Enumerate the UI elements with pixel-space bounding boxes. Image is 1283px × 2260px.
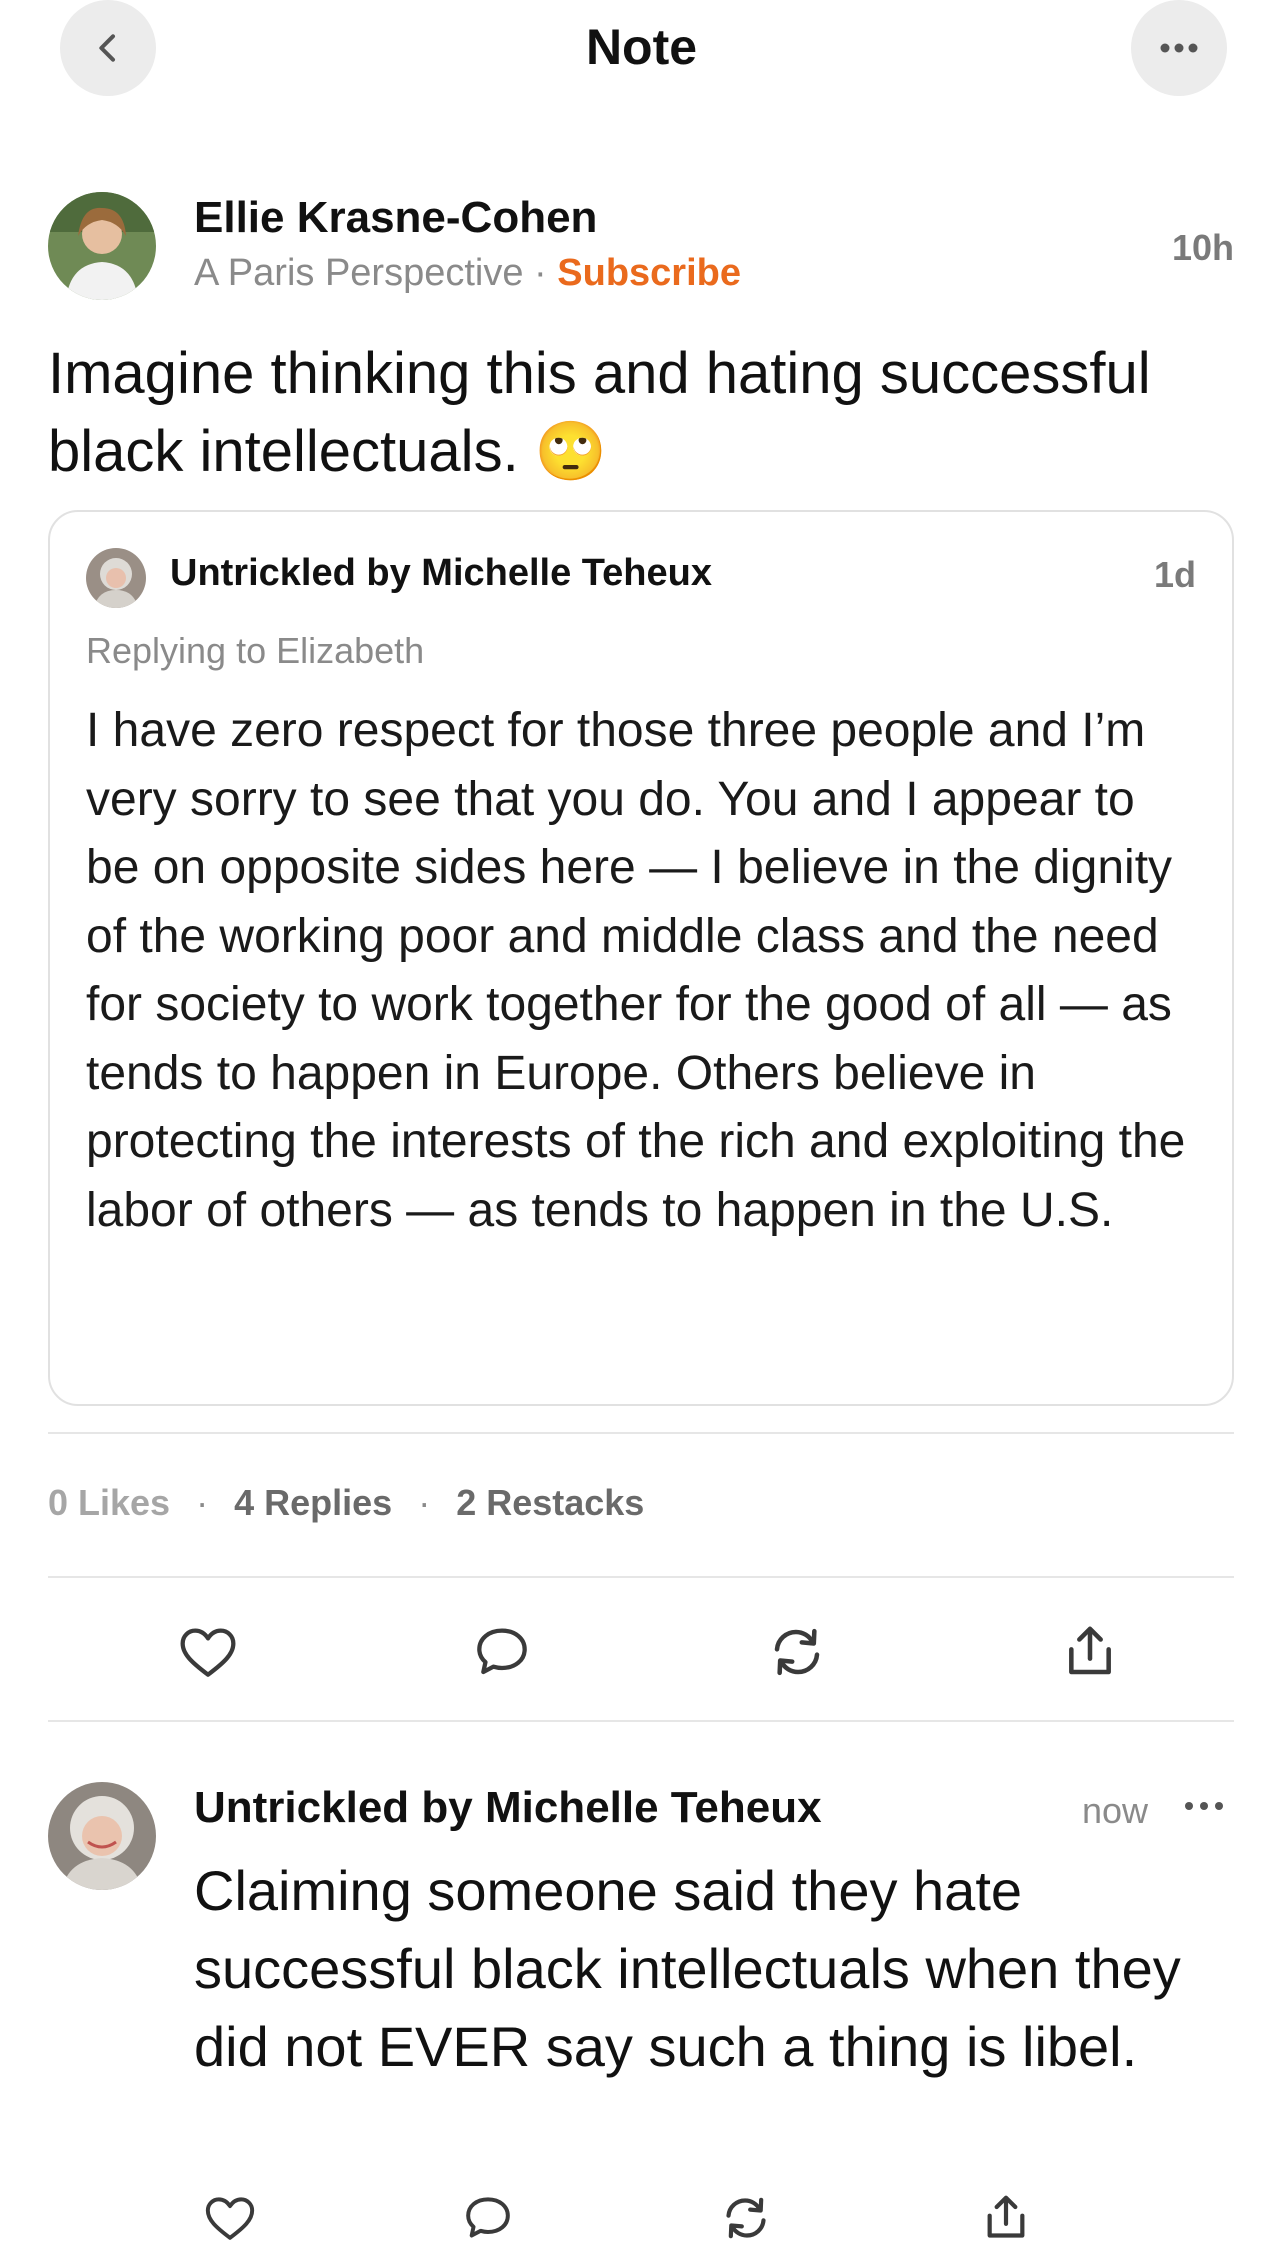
restack-icon [726, 2197, 766, 2239]
likes-count[interactable]: 0 Likes [48, 1482, 170, 1524]
reply-author-avatar[interactable] [48, 1782, 156, 1890]
divider [48, 1432, 1234, 1434]
quoted-author-name: Untrickled by Michelle Teheux [170, 552, 713, 594]
eye-roll-emoji: 🙄 [534, 419, 608, 484]
reply-like-button[interactable] [198, 2186, 262, 2250]
publication-name[interactable]: A Paris Perspective [194, 252, 523, 294]
reply-button[interactable] [462, 1612, 542, 1692]
like-button[interactable] [168, 1612, 248, 1692]
quoted-author-photo [86, 548, 146, 608]
more-horizontal-icon [1185, 1802, 1223, 1810]
quoted-text: I have zero respect for those three peop… [86, 704, 1186, 1237]
publication-line: A Paris Perspective · Subscribe [194, 252, 741, 295]
note-body: Imagine thinking this and hating success… [48, 335, 1248, 491]
subscribe-link[interactable]: Subscribe [557, 252, 741, 294]
reply-more-button[interactable] [1180, 1790, 1228, 1822]
replying-to-label: Replying to Elizabeth [86, 630, 425, 671]
stat-separator: · [196, 1482, 209, 1523]
divider [48, 1576, 1234, 1578]
engagement-stats: 0 Likes · 4 Replies · 2 Restacks [48, 1482, 644, 1524]
heart-icon [180, 1628, 236, 1677]
separator: · [534, 252, 547, 294]
reply-reply-button[interactable] [456, 2186, 520, 2250]
author-avatar[interactable] [48, 192, 156, 300]
stat-separator: · [418, 1482, 431, 1523]
comment-icon [466, 2197, 510, 2238]
reply-restack-button[interactable] [714, 2186, 778, 2250]
page-title: Note [585, 19, 698, 75]
author-name[interactable]: Ellie Krasne-Cohen [194, 193, 597, 243]
comment-icon [477, 1628, 527, 1675]
quoted-author-avatar [86, 548, 146, 608]
share-icon [987, 2195, 1025, 2238]
reply-timestamp: now [1082, 1790, 1149, 1831]
quoted-timestamp: 1d [1153, 554, 1196, 595]
restack-icon [774, 1628, 820, 1676]
more-options-button[interactable] [1131, 0, 1227, 96]
divider [48, 1720, 1234, 1722]
heart-icon [205, 2197, 255, 2240]
reply-author-photo [48, 1782, 156, 1890]
quoted-note-card[interactable]: Untrickled by Michelle Teheux 1d Replyin… [48, 510, 1234, 1406]
reply-author-name[interactable]: Untrickled by Michelle Teheux [194, 1783, 822, 1833]
replies-count[interactable]: 4 Replies [234, 1482, 392, 1524]
restack-button[interactable] [757, 1612, 837, 1692]
more-horizontal-icon [1160, 43, 1198, 53]
restacks-count[interactable]: 2 Restacks [456, 1482, 644, 1524]
reply-text: Claiming someone said they hate successf… [194, 1859, 1181, 2078]
author-photo [48, 192, 156, 300]
note-timestamp: 10h [1172, 227, 1235, 268]
reply-share-button[interactable] [974, 2186, 1038, 2250]
share-button[interactable] [1050, 1612, 1130, 1692]
share-icon [1069, 1626, 1111, 1675]
